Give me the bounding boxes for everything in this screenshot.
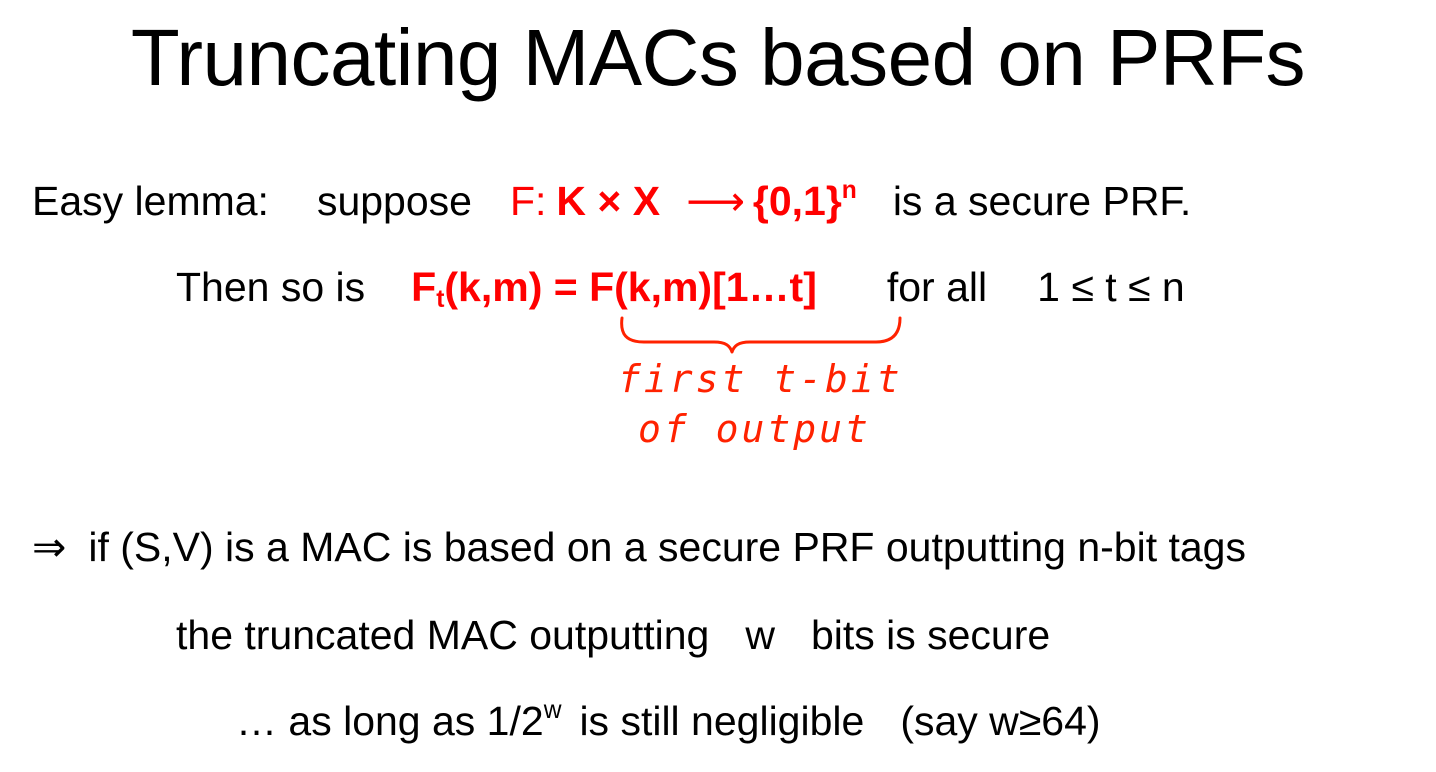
- lemma-tail: is a secure PRF.: [892, 178, 1192, 224]
- handwritten-annotation: first t-bit of output: [596, 312, 916, 462]
- then-prefix: Then so is: [176, 264, 366, 310]
- aslong-pre: … as long as 1/2: [236, 698, 544, 744]
- truncated-var: w: [745, 612, 775, 658]
- annotation-line-2: of output: [638, 407, 871, 451]
- implies-arrow: ⇒: [32, 524, 67, 570]
- then-line: Then so is Ft(k,m) = F(k,m)[1…t] for all 1 …: [176, 262, 1185, 312]
- implies-text: if (S,V) is a MAC is based on a secure P…: [88, 524, 1246, 570]
- prf-domain: K × X: [556, 178, 661, 224]
- annotation-line-1: first t-bit: [618, 357, 903, 401]
- t-range: 1 ≤ t ≤ n: [1037, 264, 1185, 310]
- aslong-exponent: w: [543, 696, 562, 724]
- slide-title: Truncating MACs based on PRFs: [130, 13, 1306, 102]
- prf-arrow: ⟶: [686, 178, 745, 224]
- prf-range-exponent: n: [841, 176, 857, 204]
- brace-icon: first t-bit of output: [618, 316, 903, 451]
- prf-prefix: F:: [509, 178, 547, 224]
- truncated-line: the truncated MAC outputting w bits is sec…: [176, 610, 1050, 660]
- truncated-post: bits is secure: [810, 612, 1051, 658]
- truncated-pre: the truncated MAC outputting: [176, 612, 710, 658]
- as-long-as-line: … as long as 1/2w is still negligible (say…: [236, 696, 1101, 746]
- for-all-text: for all: [886, 264, 988, 310]
- aslong-mid: is still negligible: [579, 698, 865, 744]
- lemma-line: Easy lemma: suppose F: K × X ⟶ {0,1}n is a sec…: [32, 176, 1191, 226]
- truncated-prf-F: F: [411, 264, 437, 310]
- prf-range: {0,1}: [752, 178, 842, 224]
- aslong-paren: (say w≥64): [900, 698, 1101, 744]
- lemma-label: Easy lemma:: [32, 178, 269, 224]
- lemma-suppose: suppose: [316, 178, 472, 224]
- truncated-prf-definition: (k,m) = F(k,m)[1…t]: [444, 264, 817, 310]
- slide: Truncating MACs based on PRFs Easy lemma…: [0, 0, 1436, 772]
- implies-line: ⇒ if (S,V) is a MAC is based on a secure …: [32, 522, 1246, 572]
